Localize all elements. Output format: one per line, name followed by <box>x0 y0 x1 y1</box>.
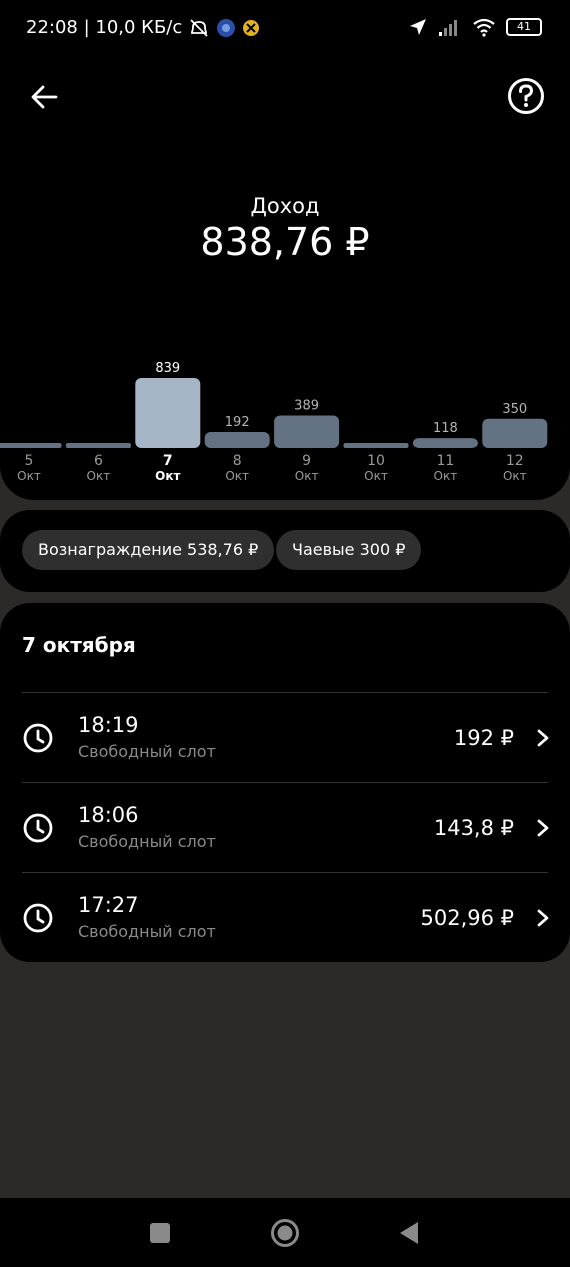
back-arrow-icon[interactable] <box>28 80 62 114</box>
month-tick-label: Окт <box>295 469 319 483</box>
slot-time: 18:19 <box>78 713 139 737</box>
income-breakdown: Вознаграждение 538,76 ₽ Чаевые 300 ₽ <box>0 510 570 592</box>
slots-list: 7 октября 18:19 Свободный слот 192 ₽ 18:… <box>0 603 570 962</box>
chevron-right-icon <box>537 909 549 927</box>
slot-type: Свободный слот <box>78 832 216 851</box>
slot-price: 502,96 ₽ <box>420 906 514 930</box>
list-item[interactable]: 17:27 Свободный слот 502,96 ₽ <box>0 873 570 963</box>
slot-time: 18:06 <box>78 803 139 827</box>
home-button[interactable] <box>270 1218 300 1248</box>
day-tick-label: 8 <box>233 453 242 469</box>
bar-value-label: 389 <box>294 399 319 414</box>
tips-chip[interactable]: Чаевые 300 ₽ <box>276 530 422 570</box>
chart-bar[interactable] <box>0 443 62 448</box>
income-amount: 838,76 ₽ <box>200 220 370 264</box>
chart-bar[interactable] <box>135 378 201 448</box>
chart-bar[interactable] <box>65 443 131 448</box>
bar-value-label: 350 <box>502 402 527 417</box>
month-tick-label: Окт <box>87 469 111 483</box>
income-title: Доход <box>250 194 320 218</box>
month-tick-label: Окт <box>364 469 388 483</box>
month-tick-label: Окт <box>155 469 180 483</box>
income-bar-chart[interactable]: 5Окт6Окт8397Окт1928Окт3899Окт10Окт11811О… <box>0 358 570 488</box>
chart-bar[interactable] <box>412 438 478 448</box>
status-right: 41 <box>408 17 542 37</box>
reward-chip[interactable]: Вознаграждение 538,76 ₽ <box>22 530 275 570</box>
day-tick-label: 5 <box>25 453 34 469</box>
alarm-off-icon <box>190 18 208 37</box>
day-title: 7 октября <box>22 633 136 657</box>
slot-type: Свободный слот <box>78 922 216 941</box>
clock-icon <box>23 723 53 753</box>
chart-bar[interactable] <box>274 415 340 448</box>
month-tick-label: Окт <box>225 469 249 483</box>
slot-price: 192 ₽ <box>453 726 514 750</box>
status-time-speed: 22:08 | 10,0 КБ/с <box>26 17 183 38</box>
app-badge-icon <box>217 18 236 37</box>
chevron-right-icon <box>537 819 549 837</box>
battery-icon: 41 <box>506 18 542 36</box>
location-icon <box>410 19 426 35</box>
day-tick-label: 10 <box>367 453 385 469</box>
chart-bar[interactable] <box>204 431 270 448</box>
status-left: 22:08 | 10,0 КБ/с <box>26 17 260 38</box>
day-tick-label: 12 <box>506 453 524 469</box>
bar-value-label: 192 <box>225 415 250 430</box>
month-tick-label: Окт <box>503 469 527 483</box>
list-item[interactable]: 18:06 Свободный слот 143,8 ₽ <box>0 783 570 873</box>
income-header: Доход 838,76 ₽ 5 Окт 6 Окт 839 7 Окт 192 8 Окт 389… <box>0 58 570 500</box>
day-tick-label: 7 <box>163 453 173 469</box>
chart-bar[interactable] <box>482 418 548 448</box>
month-tick-label: Окт <box>17 469 41 483</box>
back-button[interactable] <box>398 1220 420 1246</box>
system-nav-bar <box>0 1198 570 1267</box>
chart-bar[interactable] <box>343 443 409 448</box>
slot-price: 143,8 ₽ <box>433 816 514 840</box>
notification-app-icon <box>243 19 260 36</box>
status-bar: 22:08 | 10,0 КБ/с 41 <box>0 0 570 58</box>
bar-value-label: 839 <box>155 361 180 376</box>
day-tick-label: 11 <box>436 453 454 469</box>
clock-icon <box>23 903 53 933</box>
chevron-right-icon <box>537 729 549 747</box>
bar-value-label: 118 <box>433 421 458 436</box>
slot-type: Свободный слот <box>78 742 216 761</box>
slot-time: 17:27 <box>78 893 139 917</box>
day-tick-label: 9 <box>302 453 311 469</box>
day-tick-label: 6 <box>94 453 103 469</box>
recents-button[interactable] <box>150 1223 170 1243</box>
clock-icon <box>23 813 53 843</box>
help-icon[interactable] <box>506 76 546 116</box>
wifi-icon <box>473 18 495 37</box>
list-item[interactable]: 18:19 Свободный слот 192 ₽ <box>0 693 570 783</box>
signal-icon <box>439 20 457 36</box>
month-tick-label: Окт <box>434 469 458 483</box>
